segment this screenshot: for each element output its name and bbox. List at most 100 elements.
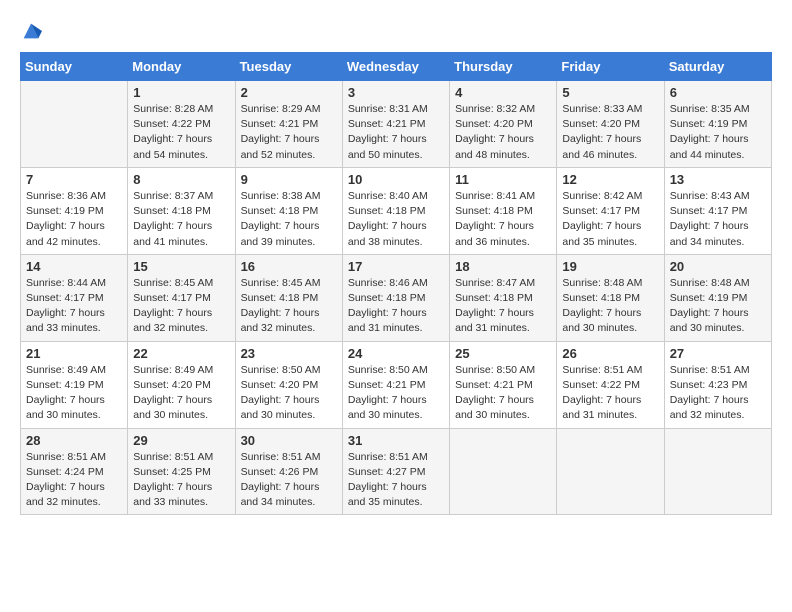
day-number: 27	[670, 346, 766, 361]
day-number: 11	[455, 172, 551, 187]
calendar-cell: 28 Sunrise: 8:51 AM Sunset: 4:24 PM Dayli…	[21, 428, 128, 515]
cell-info: Sunrise: 8:41 AM Sunset: 4:18 PM Dayligh…	[455, 189, 551, 250]
header-saturday: Saturday	[664, 53, 771, 81]
calendar-cell: 25 Sunrise: 8:50 AM Sunset: 4:21 PM Dayli…	[450, 341, 557, 428]
day-number: 15	[133, 259, 229, 274]
calendar-cell: 1 Sunrise: 8:28 AM Sunset: 4:22 PM Daylig…	[128, 81, 235, 168]
day-number: 16	[241, 259, 337, 274]
cell-info: Sunrise: 8:45 AM Sunset: 4:17 PM Dayligh…	[133, 276, 229, 337]
calendar-cell	[21, 81, 128, 168]
week-row-2: 14 Sunrise: 8:44 AM Sunset: 4:17 PM Dayli…	[21, 254, 772, 341]
day-number: 9	[241, 172, 337, 187]
day-number: 4	[455, 85, 551, 100]
day-number: 28	[26, 433, 122, 448]
calendar-cell: 26 Sunrise: 8:51 AM Sunset: 4:22 PM Dayli…	[557, 341, 664, 428]
cell-info: Sunrise: 8:37 AM Sunset: 4:18 PM Dayligh…	[133, 189, 229, 250]
calendar-cell: 11 Sunrise: 8:41 AM Sunset: 4:18 PM Dayli…	[450, 167, 557, 254]
day-number: 14	[26, 259, 122, 274]
calendar-cell: 9 Sunrise: 8:38 AM Sunset: 4:18 PM Daylig…	[235, 167, 342, 254]
calendar-cell: 13 Sunrise: 8:43 AM Sunset: 4:17 PM Dayli…	[664, 167, 771, 254]
cell-info: Sunrise: 8:28 AM Sunset: 4:22 PM Dayligh…	[133, 102, 229, 163]
day-number: 23	[241, 346, 337, 361]
cell-info: Sunrise: 8:49 AM Sunset: 4:19 PM Dayligh…	[26, 363, 122, 424]
day-number: 22	[133, 346, 229, 361]
calendar-header-row: SundayMondayTuesdayWednesdayThursdayFrid…	[21, 53, 772, 81]
calendar-table: SundayMondayTuesdayWednesdayThursdayFrid…	[20, 52, 772, 515]
cell-info: Sunrise: 8:38 AM Sunset: 4:18 PM Dayligh…	[241, 189, 337, 250]
cell-info: Sunrise: 8:46 AM Sunset: 4:18 PM Dayligh…	[348, 276, 444, 337]
calendar-cell	[450, 428, 557, 515]
calendar-cell: 3Sunrise: 8:31 AM Sunset: 4:21 PM Daylig…	[342, 81, 449, 168]
calendar-cell	[557, 428, 664, 515]
cell-info: Sunrise: 8:44 AM Sunset: 4:17 PM Dayligh…	[26, 276, 122, 337]
calendar-cell: 10 Sunrise: 8:40 AM Sunset: 4:18 PM Dayli…	[342, 167, 449, 254]
cell-info: Sunrise: 8:36 AM Sunset: 4:19 PM Dayligh…	[26, 189, 122, 250]
cell-info: Sunrise: 8:51 AM Sunset: 4:26 PM Dayligh…	[241, 450, 337, 511]
cell-info: Sunrise: 8:42 AM Sunset: 4:17 PM Dayligh…	[562, 189, 658, 250]
day-number: 13	[670, 172, 766, 187]
calendar-cell: 7 Sunrise: 8:36 AM Sunset: 4:19 PM Daylig…	[21, 167, 128, 254]
cell-info: Sunrise: 8:40 AM Sunset: 4:18 PM Dayligh…	[348, 189, 444, 250]
cell-info: Sunrise: 8:51 AM Sunset: 4:27 PM Dayligh…	[348, 450, 444, 511]
day-number: 6	[670, 85, 766, 100]
day-number: 10	[348, 172, 444, 187]
cell-info: Sunrise: 8:51 AM Sunset: 4:25 PM Dayligh…	[133, 450, 229, 511]
day-number: 19	[562, 259, 658, 274]
week-row-3: 21 Sunrise: 8:49 AM Sunset: 4:19 PM Dayli…	[21, 341, 772, 428]
cell-info: Sunrise: 8:29 AM Sunset: 4:21 PM Dayligh…	[241, 102, 337, 163]
logo-icon	[20, 20, 42, 42]
week-row-1: 7 Sunrise: 8:36 AM Sunset: 4:19 PM Daylig…	[21, 167, 772, 254]
day-number: 29	[133, 433, 229, 448]
week-row-0: 1 Sunrise: 8:28 AM Sunset: 4:22 PM Daylig…	[21, 81, 772, 168]
calendar-cell: 29 Sunrise: 8:51 AM Sunset: 4:25 PM Dayli…	[128, 428, 235, 515]
cell-info: Sunrise: 8:47 AM Sunset: 4:18 PM Dayligh…	[455, 276, 551, 337]
calendar-cell: 2 Sunrise: 8:29 AM Sunset: 4:21 PM Daylig…	[235, 81, 342, 168]
calendar-cell: 24Sunrise: 8:50 AM Sunset: 4:21 PM Dayli…	[342, 341, 449, 428]
header-monday: Monday	[128, 53, 235, 81]
day-number: 2	[241, 85, 337, 100]
calendar-cell: 31 Sunrise: 8:51 AM Sunset: 4:27 PM Dayli…	[342, 428, 449, 515]
cell-info: Sunrise: 8:51 AM Sunset: 4:22 PM Dayligh…	[562, 363, 658, 424]
cell-info: Sunrise: 8:32 AM Sunset: 4:20 PM Dayligh…	[455, 102, 551, 163]
calendar-cell: 6 Sunrise: 8:35 AM Sunset: 4:19 PM Daylig…	[664, 81, 771, 168]
cell-info: Sunrise: 8:50 AM Sunset: 4:20 PM Dayligh…	[241, 363, 337, 424]
day-number: 21	[26, 346, 122, 361]
cell-info: Sunrise: 8:35 AM Sunset: 4:19 PM Dayligh…	[670, 102, 766, 163]
day-number: 3	[348, 85, 444, 100]
cell-info: Sunrise: 8:43 AM Sunset: 4:17 PM Dayligh…	[670, 189, 766, 250]
day-number: 5	[562, 85, 658, 100]
calendar-cell: 15 Sunrise: 8:45 AM Sunset: 4:17 PM Dayli…	[128, 254, 235, 341]
day-number: 26	[562, 346, 658, 361]
day-number: 8	[133, 172, 229, 187]
calendar-cell: 5 Sunrise: 8:33 AM Sunset: 4:20 PM Daylig…	[557, 81, 664, 168]
calendar-cell: 18Sunrise: 8:47 AM Sunset: 4:18 PM Dayli…	[450, 254, 557, 341]
day-number: 12	[562, 172, 658, 187]
header-wednesday: Wednesday	[342, 53, 449, 81]
header-tuesday: Tuesday	[235, 53, 342, 81]
cell-info: Sunrise: 8:48 AM Sunset: 4:18 PM Dayligh…	[562, 276, 658, 337]
day-number: 31	[348, 433, 444, 448]
cell-info: Sunrise: 8:50 AM Sunset: 4:21 PM Dayligh…	[348, 363, 444, 424]
calendar-cell: 14 Sunrise: 8:44 AM Sunset: 4:17 PM Dayli…	[21, 254, 128, 341]
cell-info: Sunrise: 8:51 AM Sunset: 4:24 PM Dayligh…	[26, 450, 122, 511]
calendar-cell: 22Sunrise: 8:49 AM Sunset: 4:20 PM Dayli…	[128, 341, 235, 428]
calendar-cell: 12 Sunrise: 8:42 AM Sunset: 4:17 PM Dayli…	[557, 167, 664, 254]
calendar-cell: 30Sunrise: 8:51 AM Sunset: 4:26 PM Dayli…	[235, 428, 342, 515]
calendar-cell: 8 Sunrise: 8:37 AM Sunset: 4:18 PM Daylig…	[128, 167, 235, 254]
calendar-cell: 16 Sunrise: 8:45 AM Sunset: 4:18 PM Dayli…	[235, 254, 342, 341]
cell-info: Sunrise: 8:33 AM Sunset: 4:20 PM Dayligh…	[562, 102, 658, 163]
week-row-4: 28 Sunrise: 8:51 AM Sunset: 4:24 PM Dayli…	[21, 428, 772, 515]
day-number: 25	[455, 346, 551, 361]
cell-info: Sunrise: 8:45 AM Sunset: 4:18 PM Dayligh…	[241, 276, 337, 337]
calendar-cell: 17 Sunrise: 8:46 AM Sunset: 4:18 PM Dayli…	[342, 254, 449, 341]
day-number: 17	[348, 259, 444, 274]
day-number: 7	[26, 172, 122, 187]
logo	[20, 20, 46, 42]
calendar-cell: 4 Sunrise: 8:32 AM Sunset: 4:20 PM Daylig…	[450, 81, 557, 168]
header-thursday: Thursday	[450, 53, 557, 81]
cell-info: Sunrise: 8:48 AM Sunset: 4:19 PM Dayligh…	[670, 276, 766, 337]
calendar-cell: 20Sunrise: 8:48 AM Sunset: 4:19 PM Dayli…	[664, 254, 771, 341]
day-number: 1	[133, 85, 229, 100]
cell-info: Sunrise: 8:50 AM Sunset: 4:21 PM Dayligh…	[455, 363, 551, 424]
page-header	[20, 20, 772, 42]
